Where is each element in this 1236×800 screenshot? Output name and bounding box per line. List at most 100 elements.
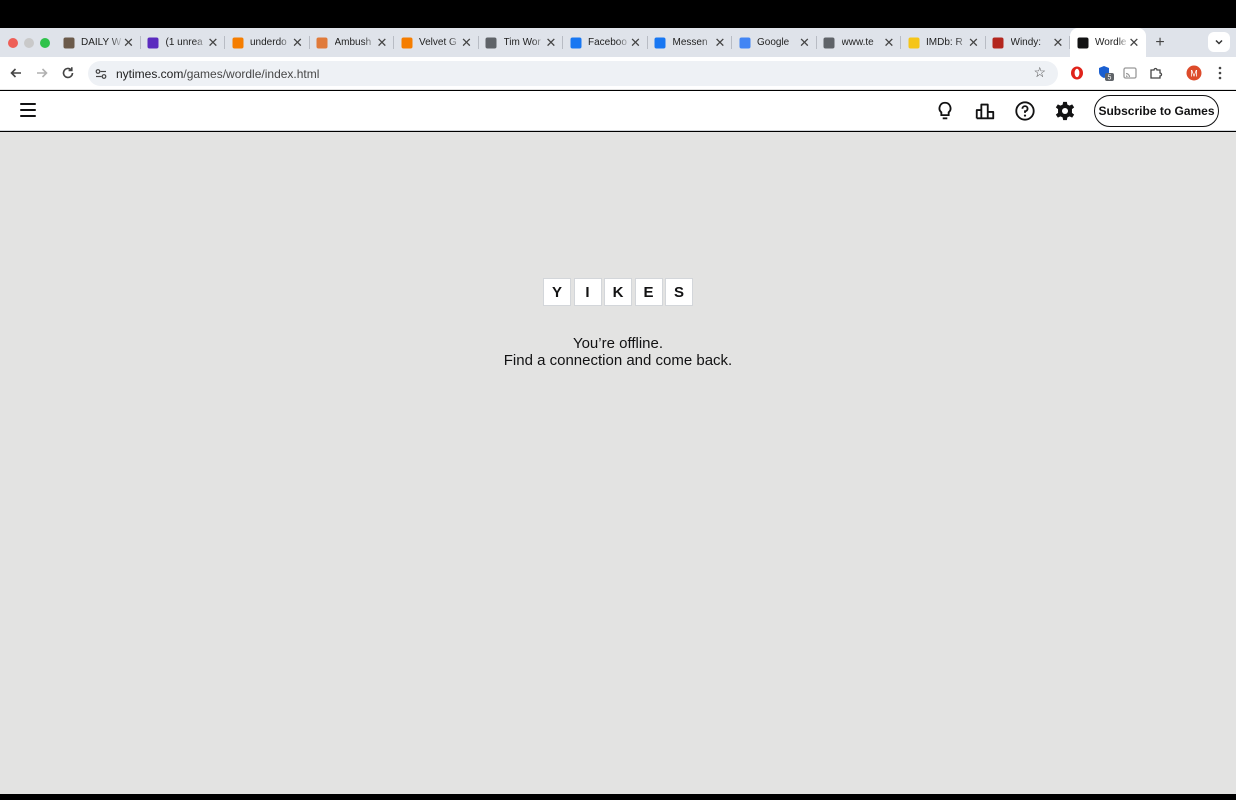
offline-message: You’re offline. Find a connection and co…	[0, 335, 1236, 369]
toolbar: nytimes.com/games/wordle/index.html ☆ 5 …	[0, 57, 1236, 90]
tab-close-icon[interactable]: ✕	[376, 35, 388, 51]
puzzle-extensions-icon[interactable]	[1146, 63, 1166, 83]
tab-close-icon[interactable]: ✕	[714, 35, 726, 51]
circle-favicon-icon	[316, 36, 329, 49]
kebab-menu-icon[interactable]	[1210, 63, 1230, 83]
browser-tab[interactable]: IMDb: R ✕	[901, 28, 986, 57]
tab-close-icon[interactable]: ✕	[292, 35, 304, 51]
tab-title: underdo	[250, 37, 287, 48]
new-tab-button[interactable]: +	[1146, 34, 1174, 52]
help-question-icon[interactable]	[1014, 100, 1036, 122]
profile-initial: M	[1190, 69, 1198, 79]
url-path: /games/wordle/index.html	[183, 66, 320, 81]
letter-tile: I	[573, 278, 602, 306]
letter-tile: K	[604, 278, 632, 306]
tab-title: Ambush	[334, 37, 372, 48]
tab-search-button[interactable]	[1208, 32, 1230, 52]
letter-tile: S	[665, 278, 693, 306]
browser-tab[interactable]: DAILY W ✕	[56, 28, 141, 57]
tab-close-icon[interactable]: ✕	[1128, 35, 1140, 51]
browser-tab[interactable]: underdo ✕	[225, 28, 310, 57]
hamburger-menu-icon[interactable]	[20, 103, 36, 117]
hint-lightbulb-icon[interactable]	[934, 100, 956, 122]
tab-close-icon[interactable]: ✕	[207, 35, 219, 51]
tab-close-icon[interactable]: ✕	[461, 35, 473, 51]
letter-tile: E	[634, 278, 663, 306]
url-text: nytimes.com/games/wordle/index.html	[116, 67, 319, 81]
settings-gear-icon[interactable]	[1054, 100, 1076, 122]
tab-title: IMDb: R	[926, 37, 963, 48]
blogger-favicon-icon	[400, 36, 413, 49]
facebook-favicon-icon	[569, 36, 582, 49]
tab-title: Wordle	[1095, 37, 1127, 48]
opera-extension-icon[interactable]	[1067, 63, 1087, 83]
wordle-favicon-icon	[1076, 36, 1089, 49]
windy-favicon-icon	[992, 36, 1005, 49]
site-settings-icon[interactable]	[94, 67, 108, 81]
url-host: nytimes.com	[116, 66, 184, 81]
omnibox[interactable]: nytimes.com/games/wordle/index.html ☆	[88, 61, 1058, 86]
yikes-tiles: YIKES	[543, 278, 693, 306]
browser-tab[interactable]: Wordle ✕	[1070, 28, 1146, 57]
tab-close-icon[interactable]: ✕	[799, 35, 811, 51]
game-header: Subscribe to Games	[0, 91, 1236, 131]
offline-line-1: You’re offline.	[572, 335, 664, 352]
mail-favicon-icon	[147, 36, 160, 49]
browser-tab[interactable]: Messen ✕	[648, 28, 733, 57]
tab-title: (1 unrea	[165, 37, 203, 48]
bookmark-star-icon[interactable]: ☆	[1033, 64, 1046, 81]
tab-title: Velvet G	[419, 37, 457, 48]
tab-title: Faceboo	[588, 37, 627, 48]
back-button[interactable]	[3, 60, 29, 86]
stats-chart-icon[interactable]	[974, 100, 996, 122]
bottom-black-bar	[0, 794, 1236, 800]
tab-close-icon[interactable]: ✕	[630, 35, 642, 51]
reload-button[interactable]	[55, 60, 81, 86]
tab-list: DAILY W ✕ (1 unrea ✕ underdo ✕ Ambush ✕ Velvet G…	[56, 28, 1146, 57]
game-board-area: YIKES You’re offline. Find a connection …	[0, 132, 1236, 794]
maximize-window-button[interactable]	[40, 37, 50, 48]
blogger-favicon-icon	[231, 36, 244, 49]
browser-tab[interactable]: Velvet G ✕	[394, 28, 479, 57]
profile-avatar[interactable]: M	[1184, 63, 1204, 83]
tab-title: Tim Wor	[503, 37, 541, 48]
tab-title: Google	[757, 37, 790, 48]
tab-title: Messen	[672, 37, 708, 48]
tab-title: Windy:	[1010, 37, 1042, 48]
globe-favicon-icon	[823, 36, 836, 49]
arrow-left-icon	[10, 68, 21, 78]
browser-tab[interactable]: www.te ✕	[817, 28, 902, 57]
window-controls	[0, 37, 56, 48]
browser-tab[interactable]: Faceboo ✕	[563, 28, 648, 57]
offline-line-2: Find a connection and come back.	[503, 352, 733, 369]
browser-tab[interactable]: (1 unrea ✕	[141, 28, 226, 57]
chevron-down-icon	[1215, 39, 1223, 45]
imdb-favicon-icon	[907, 36, 920, 49]
tab-strip: DAILY W ✕ (1 unrea ✕ underdo ✕ Ambush ✕ Velvet G…	[0, 28, 1236, 57]
browser-tab[interactable]: Windy: ✕	[986, 28, 1071, 57]
tab-close-icon[interactable]: ✕	[545, 35, 557, 51]
subscribe-button[interactable]: Subscribe to Games	[1094, 95, 1219, 127]
tab-close-icon[interactable]: ✕	[968, 35, 980, 51]
minimize-window-button[interactable]	[24, 37, 34, 48]
cast-extension-icon[interactable]	[1120, 63, 1140, 83]
browser-tab[interactable]: Google ✕	[732, 28, 817, 57]
photo-favicon-icon	[62, 36, 75, 49]
forward-button[interactable]	[29, 60, 55, 86]
tab-close-icon[interactable]: ✕	[123, 35, 135, 51]
browser-tab[interactable]: Ambush ✕	[310, 28, 395, 57]
tab-title: DAILY W	[81, 37, 122, 48]
letter-tile: Y	[543, 278, 571, 306]
shield-extension-icon[interactable]: 5	[1095, 63, 1115, 83]
extension-badge: 5	[1108, 75, 1112, 82]
browser-tab[interactable]: Tim Wor ✕	[479, 28, 564, 57]
tab-close-icon[interactable]: ✕	[883, 35, 895, 51]
tab-close-icon[interactable]: ✕	[1052, 35, 1064, 51]
top-black-bar	[0, 0, 1236, 28]
reload-icon	[62, 67, 74, 79]
facebook-favicon-icon	[654, 36, 667, 49]
close-window-button[interactable]	[8, 37, 18, 48]
tab-title: www.te	[841, 37, 874, 48]
calendar-favicon-icon	[738, 36, 751, 49]
globe-favicon-icon	[485, 36, 498, 49]
